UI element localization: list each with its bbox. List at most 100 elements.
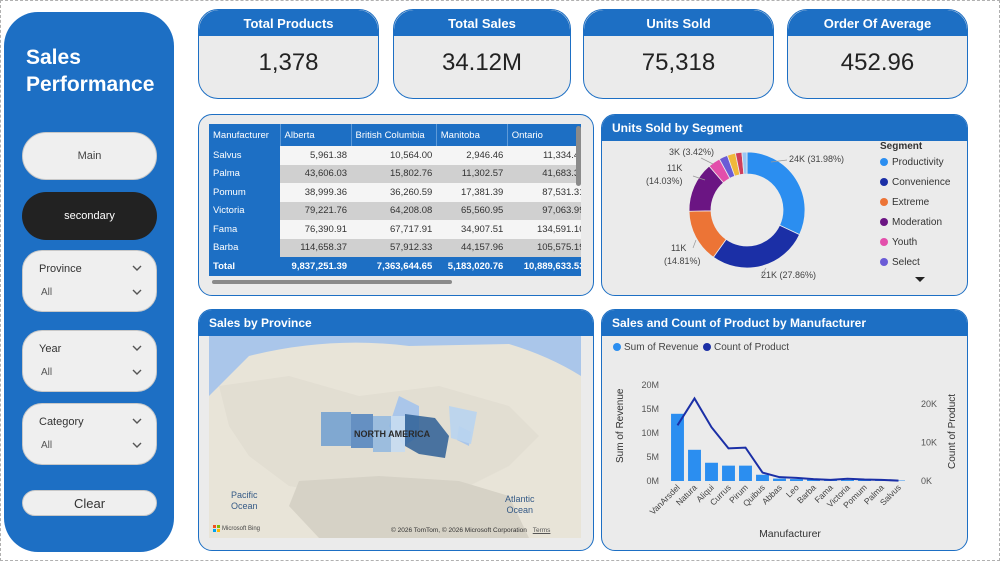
year-slicer[interactable]: Year All	[22, 330, 157, 392]
bar-quibus[interactable]	[756, 474, 769, 481]
province-slicer-label: Province	[39, 263, 82, 275]
legend-revenue[interactable]: Sum of Revenue	[624, 342, 699, 353]
horizontal-scrollbar[interactable]	[212, 280, 452, 284]
value-cell: 76,390.91	[280, 220, 352, 239]
table-row[interactable]: Fama 76,390.91 67,717.91 34,907.51 134,591.1…	[209, 220, 581, 239]
province-slicer[interactable]: Province All	[22, 250, 157, 312]
atlantic-ocean-label: Atlantic Ocean	[505, 494, 535, 516]
main-page-button[interactable]: Main	[22, 132, 157, 180]
manufacturer-cell: Victoria	[209, 201, 281, 220]
donut-slice-productivity[interactable]	[746, 151, 806, 236]
manufacturer-cell: Palma	[209, 164, 281, 183]
title-line-1: Sales	[26, 46, 81, 69]
column-header[interactable]: Manitoba	[436, 124, 508, 146]
chevron-down-icon[interactable]	[132, 263, 142, 273]
bar-currus[interactable]	[722, 465, 735, 481]
value-cell: 44,157.96	[436, 238, 508, 257]
legend-label: Convenience	[892, 176, 951, 188]
total-cell: 9,837,251.39	[280, 257, 352, 276]
column-header[interactable]: Ontario	[507, 124, 581, 146]
pacific-line-1: Pacific	[231, 490, 258, 500]
table-row[interactable]: Pomum 38,999.36 36,260.59 17,381.39 87,531.3…	[209, 183, 581, 202]
terms-link[interactable]: Terms	[533, 527, 551, 534]
legend-label: Moderation	[892, 216, 943, 228]
category-slicer-value: All	[41, 440, 53, 451]
legend-label: Extreme	[892, 196, 930, 208]
vertical-scrollbar[interactable]	[576, 126, 581, 186]
y-left-tick: 5M	[646, 452, 659, 462]
manufacturer-cell: Pomum	[209, 183, 281, 202]
chevron-down-icon[interactable]	[132, 416, 142, 426]
bar-leo[interactable]	[790, 479, 803, 481]
chevron-down-icon[interactable]	[132, 440, 142, 450]
secondary-page-button[interactable]: secondary	[22, 192, 157, 240]
legend-dot	[880, 238, 888, 246]
bar-victoria[interactable]	[841, 480, 854, 481]
legend-item-convenience[interactable]: Convenience	[880, 172, 965, 192]
total-cell: Total	[209, 257, 281, 276]
donut-data-label: 21K (27.86%)	[761, 270, 816, 280]
column-header[interactable]: British Columbia	[351, 124, 437, 146]
donut-title: Units Sold by Segment	[602, 115, 967, 141]
column-header[interactable]: Manufacturer	[209, 124, 281, 146]
value-cell: 134,591.10	[507, 220, 581, 239]
bing-brand-text: Microsoft Bing	[222, 525, 261, 532]
province-map[interactable]: NORTH AMERICA Pacific Ocean Atlantic Oce…	[209, 336, 581, 538]
kpi-value: 75,318	[641, 49, 716, 76]
manufacturer-cell: Fama	[209, 220, 281, 239]
bar-pirum[interactable]	[739, 465, 752, 481]
clear-button[interactable]: Clear	[22, 490, 157, 516]
kpi-title: Total Sales	[394, 10, 570, 36]
value-cell: 2,946.46	[436, 146, 508, 165]
x-tick-label: Barba	[795, 482, 818, 505]
table-row[interactable]: Palma 43,606.03 15,802.76 11,302.57 41,683.3…	[209, 164, 581, 183]
donut-data-label: 3K (3.42%)	[669, 147, 714, 157]
total-cell: 10,889,633.53	[507, 257, 581, 276]
legend-item-youth[interactable]: Youth	[880, 232, 965, 252]
legend-item-productivity[interactable]: Productivity	[880, 152, 965, 172]
legend-dot	[880, 198, 888, 206]
chevron-down-icon[interactable]	[132, 343, 142, 353]
value-cell: 15,802.76	[351, 164, 437, 183]
kpi-title: Order Of Average	[788, 10, 967, 36]
legend-item-select[interactable]: Select	[880, 252, 965, 272]
legend-title: Segment	[880, 141, 923, 152]
legend-dot	[880, 258, 888, 266]
y-right-axis-title: Count of Product	[947, 394, 958, 469]
y-left-tick: 20M	[641, 380, 659, 390]
kpi-total-products: Total Products 1,378	[198, 9, 379, 99]
chevron-down-icon[interactable]	[132, 287, 142, 297]
manufacturer-cell: Salvus	[209, 146, 281, 165]
value-cell: 5,961.38	[280, 146, 352, 165]
value-cell: 34,907.51	[436, 220, 508, 239]
chevron-down-icon[interactable]	[132, 367, 142, 377]
value-cell: 114,658.37	[280, 238, 352, 257]
legend-dot	[880, 158, 888, 166]
legend-count[interactable]: Count of Product	[714, 342, 789, 353]
year-slicer-value: All	[41, 367, 53, 378]
combo-chart[interactable]: Sum of Revenue Count of Product 0M 5M 10M 15M…	[601, 335, 968, 550]
table-row[interactable]: Salvus 5,961.38 10,564.00 2,946.46 11,334.49	[209, 146, 581, 165]
bar-abbas[interactable]	[773, 478, 786, 481]
column-header[interactable]: Alberta	[280, 124, 352, 146]
kpi-value: 1,378	[258, 49, 319, 76]
attribution-text: © 2026 TomTom, © 2026 Microsoft Corporat…	[391, 527, 527, 534]
category-slicer[interactable]: Category All	[22, 403, 157, 465]
bar-natura[interactable]	[688, 449, 701, 481]
table-row[interactable]: Barba 114,658.37 57,912.33 44,157.96 105,575…	[209, 238, 581, 257]
pacific-line-2: Ocean	[231, 501, 258, 511]
kpi-total-sales: Total Sales 34.12M	[393, 9, 571, 99]
legend-item-extreme[interactable]: Extreme	[880, 192, 965, 212]
y-right-tick: 10K	[921, 438, 937, 448]
donut-slice-convenience[interactable]	[712, 224, 801, 269]
value-cell: 79,221.76	[280, 201, 352, 220]
province-matrix[interactable]: Manufacturer Alberta British Columbia Manit…	[209, 124, 581, 279]
bar-aliqui[interactable]	[705, 462, 718, 481]
atlantic-line-2: Ocean	[506, 505, 534, 515]
legend-item-moderation[interactable]: Moderation	[880, 212, 965, 232]
table-row[interactable]: Victoria 79,221.76 64,208.08 65,560.95 97,06…	[209, 201, 581, 220]
legend-scroll-down-icon[interactable]	[914, 276, 926, 284]
kpi-title: Units Sold	[584, 10, 773, 36]
x-axis-title: Manufacturer	[759, 528, 821, 540]
map-title: Sales by Province	[199, 310, 593, 336]
